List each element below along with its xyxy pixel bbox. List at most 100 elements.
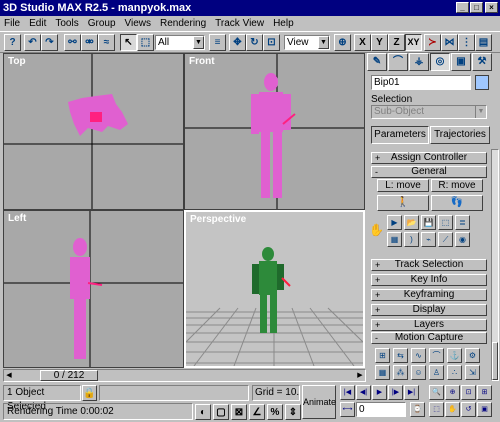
current-frame-field[interactable]: 0 <box>356 402 406 417</box>
motion-tab-icon[interactable]: ◎ <box>430 53 450 71</box>
arc-rotate-icon[interactable]: ↺ <box>461 402 476 417</box>
modify-tab-icon[interactable]: ⌒ <box>388 53 408 71</box>
mocap-footstep-icon[interactable]: ∴ <box>447 365 462 380</box>
zoom-extents-icon[interactable]: ⊡ <box>461 385 476 400</box>
rollout-general[interactable]: - General <box>371 166 487 178</box>
array-icon[interactable]: ⋮ <box>458 34 475 51</box>
mocap-talent-icon[interactable]: ☺ <box>411 365 426 380</box>
selection-filter-dropdown[interactable]: All ▼ <box>155 35 205 50</box>
maximize-viewport-icon[interactable]: ▣ <box>477 402 492 417</box>
region-select-icon[interactable]: ⬚ <box>137 34 154 51</box>
command-panel-scrollbar[interactable] <box>491 149 499 381</box>
mocap-filter-icon[interactable]: ∿ <box>411 348 426 363</box>
menu-tools[interactable]: Tools <box>55 18 78 29</box>
lock-selection-icon[interactable]: 🔒 <box>82 385 97 401</box>
save-file-icon[interactable]: 💾 <box>421 215 436 230</box>
buffer-mode-icon[interactable]: ▦ <box>387 232 402 247</box>
region-zoom-icon[interactable]: ⬚ <box>429 402 444 417</box>
viewport-perspective[interactable]: Perspective <box>184 210 365 368</box>
mirror-icon[interactable]: ⋈ <box>441 34 458 51</box>
axis-y-button[interactable]: Y <box>371 34 388 51</box>
display-tab-icon[interactable]: ▣ <box>451 53 471 71</box>
redo-icon[interactable]: ↷ <box>41 34 58 51</box>
previous-frame-icon[interactable]: ◀| <box>356 385 371 400</box>
menu-track-view[interactable]: Track View <box>215 18 264 29</box>
mocap-extract-icon[interactable]: ⇲ <box>465 365 480 380</box>
spinner-snap-icon[interactable]: ⇕ <box>285 404 301 420</box>
viewport-top[interactable]: Top <box>3 53 184 210</box>
viewport-front[interactable]: Front <box>184 53 365 210</box>
rollout-track-selection[interactable]: + Track Selection <box>371 259 487 271</box>
close-button[interactable]: × <box>485 2 498 13</box>
key-mode-icon[interactable]: ⟷ <box>340 402 355 417</box>
snap-percent-icon[interactable]: % <box>267 404 283 420</box>
axis-xy-button[interactable]: XY <box>405 34 422 51</box>
hierarchy-tab-icon[interactable]: ⚶ <box>409 53 429 71</box>
pan-hand-icon[interactable]: ✋ <box>445 402 460 417</box>
time-slider-track[interactable]: 0 / 212 ◀ ▶ <box>3 369 366 382</box>
zoom-icon[interactable]: 🔍 <box>429 385 444 400</box>
mocap-batch-icon[interactable]: ▦ <box>375 365 390 380</box>
script-icon[interactable]: ≣ <box>455 215 470 230</box>
menu-views[interactable]: Views <box>125 18 152 29</box>
mocap-load-icon[interactable]: ⊞ <box>375 348 390 363</box>
pivot-center-icon[interactable]: ⊕ <box>334 34 351 51</box>
create-tab-icon[interactable]: ✎ <box>367 53 387 71</box>
viewport-left[interactable]: Left <box>3 210 184 368</box>
align-icon[interactable]: ▤ <box>475 34 492 51</box>
time-slider-thumb[interactable]: 0 / 212 <box>40 370 98 381</box>
rollout-assign-controller[interactable]: + Assign Controller <box>371 152 487 164</box>
figure-mode-icon[interactable]: 🚶 <box>377 195 429 211</box>
select-arrow-icon[interactable]: ↖ <box>120 34 137 51</box>
reference-coord-dropdown[interactable]: View ▼ <box>284 35 330 50</box>
scale-stride-icon[interactable]: ⟋ <box>438 232 453 247</box>
menu-file[interactable]: File <box>4 18 20 29</box>
link-icon[interactable]: ⚯ <box>64 34 81 51</box>
rollout-motion-capture[interactable]: - Motion Capture <box>371 332 487 344</box>
go-to-end-icon[interactable]: ▶| <box>404 385 419 400</box>
menu-rendering[interactable]: Rendering <box>160 18 206 29</box>
tab-parameters[interactable]: Parameters <box>371 126 429 144</box>
menu-edit[interactable]: Edit <box>29 18 46 29</box>
go-to-start-icon[interactable]: |◀ <box>340 385 355 400</box>
mocap-anchor-icon[interactable]: ⚓ <box>447 348 462 363</box>
rotate-icon[interactable]: ↻ <box>246 34 263 51</box>
snap-2d-icon[interactable]: ⊠ <box>231 404 247 420</box>
rollout-display[interactable]: + Display <box>371 304 487 316</box>
menu-group[interactable]: Group <box>88 18 116 29</box>
play-icon[interactable]: ▶ <box>372 385 387 400</box>
mocap-figure-icon[interactable]: ♙ <box>429 365 444 380</box>
l-move-button[interactable]: L: move <box>377 179 429 192</box>
unlink-icon[interactable]: ⚮ <box>81 34 98 51</box>
load-file-icon[interactable]: ⬚ <box>438 215 453 230</box>
r-move-button[interactable]: R: move <box>431 179 483 192</box>
sub-object-dropdown[interactable]: Sub-Object ▼ <box>371 105 487 119</box>
footstep-mode-icon[interactable]: 👣 <box>431 195 483 211</box>
snap-angle-icon[interactable]: ∠ <box>249 404 265 420</box>
mocap-curve-icon[interactable]: ⌒ <box>429 348 444 363</box>
zoom-all-icon[interactable]: ⊕ <box>445 385 460 400</box>
next-frame-icon[interactable]: |▶ <box>388 385 403 400</box>
scale-icon[interactable]: ⊡ <box>263 34 280 51</box>
mocap-convert-icon[interactable]: ⇆ <box>393 348 408 363</box>
inverse-kinematics-icon[interactable]: ≻ <box>424 34 441 51</box>
select-by-name-icon[interactable]: ≡ <box>209 34 226 51</box>
scrollbar-thumb[interactable] <box>492 342 498 380</box>
rollout-layers[interactable]: + Layers <box>371 319 487 331</box>
play-biped-icon[interactable]: ▶ <box>387 215 402 230</box>
rollout-keyframing[interactable]: + Keyframing <box>371 289 487 301</box>
minimize-button[interactable]: _ <box>456 2 469 13</box>
tab-trajectories[interactable]: Trajectories <box>430 126 490 144</box>
time-config-icon[interactable]: ⌚ <box>410 402 425 417</box>
in-place-icon[interactable]: ◉ <box>455 232 470 247</box>
view-cube-icon[interactable]: ◐ <box>195 404 211 420</box>
mocap-settings-icon[interactable]: ⚙ <box>465 348 480 363</box>
axis-z-button[interactable]: Z <box>388 34 405 51</box>
open-file-icon[interactable]: 📂 <box>404 215 419 230</box>
utilities-tab-icon[interactable]: ⚒ <box>472 53 492 71</box>
bind-space-warp-icon[interactable]: ≈ <box>98 34 115 51</box>
rollout-key-info[interactable]: + Key Info <box>371 274 487 286</box>
maximize-button[interactable]: □ <box>470 2 483 13</box>
object-color-swatch[interactable] <box>475 75 489 90</box>
move-icon[interactable]: ✥ <box>229 34 246 51</box>
